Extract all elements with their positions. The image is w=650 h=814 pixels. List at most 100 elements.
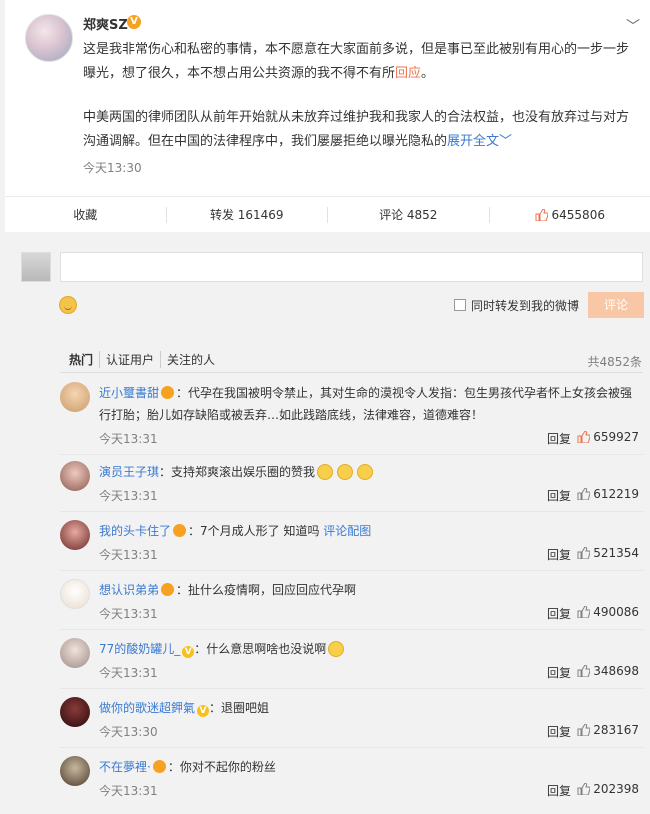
comment-like-button[interactable]: 348698: [577, 664, 639, 678]
reply-button[interactable]: 回复: [547, 782, 571, 799]
reply-button[interactable]: 回复: [547, 664, 571, 681]
chevron-down-icon[interactable]: ﹀: [626, 16, 640, 36]
comment-section: 同时转发到我的微博 评论 热门 认证用户 关注的人 共4852条 近小璽書甜 ：代…: [5, 236, 650, 814]
comment-input[interactable]: [60, 252, 643, 282]
comment-time: 今天13:31: [99, 489, 158, 503]
like-count: 202398: [593, 782, 639, 796]
comment-image-link[interactable]: 评论配图: [323, 524, 371, 538]
reply-button[interactable]: 回复: [547, 430, 571, 447]
reply-button[interactable]: 回复: [547, 546, 571, 563]
comment-content: ：你对不起你的粉丝: [167, 760, 276, 774]
tab-verified-users[interactable]: 认证用户: [99, 351, 160, 368]
comment-text: 想认识弟弟 ：扯什么疫情啊，回应回应代孕啊: [99, 579, 639, 601]
divider: [60, 454, 643, 455]
commenter-name[interactable]: 我的头卡住了: [99, 524, 171, 538]
commenter-avatar[interactable]: [60, 697, 90, 727]
commenter-name[interactable]: 不在夢裡·: [99, 760, 151, 774]
comment-item: 演员王子琪：支持郑爽滚出娱乐圈的赞我 今天13:31 回复 612219: [60, 461, 643, 512]
author-name[interactable]: 郑爽SZ: [83, 14, 128, 33]
member-badge-icon: [173, 524, 187, 537]
commenter-avatar[interactable]: [60, 756, 90, 786]
my-avatar[interactable]: [21, 252, 51, 282]
comment-time: 今天13:31: [99, 784, 158, 798]
post-text-paragraph-1: 这是我非常伤心和私密的事情，本不愿意在大家面前多说，但是事已至此被别有用心的一步…: [83, 38, 638, 86]
reply-button[interactable]: 回复: [547, 723, 571, 740]
forward-label: 转发 161469: [209, 208, 284, 222]
comment-like-button[interactable]: 490086: [577, 605, 639, 619]
reply-button[interactable]: 回复: [547, 605, 571, 622]
post-text-1-end: 。: [421, 66, 435, 81]
like-button[interactable]: 6455806: [490, 197, 650, 232]
post-text-2: 中美两国的律师团队从前年开始就从未放弃过维护我和我家人的合法权益，也没有放弃过与…: [83, 110, 630, 149]
tab-hot[interactable]: 热门: [69, 351, 99, 368]
reply-button[interactable]: 回复: [547, 487, 571, 504]
comment-content: ：代孕在我国被明令禁止，其对生命的漠视令人发指：包生男孩代孕者怀上女孩会被强行打…: [99, 386, 633, 422]
commenter-name[interactable]: 演员王子琪: [99, 465, 159, 479]
comment-content: ：退圈吧姐: [209, 701, 270, 715]
smile-emoji-icon: [328, 641, 345, 657]
commenter-avatar[interactable]: [60, 579, 90, 609]
comment-time: 今天13:31: [99, 666, 158, 680]
comment-item: 我的头卡住了 ：7个月成人形了 知道吗 评论配图 今天13:31 回复 52135…: [60, 520, 643, 571]
expand-link[interactable]: 展开全文﹀: [447, 134, 512, 149]
commenter-name[interactable]: 77的酸奶罐儿_: [99, 642, 180, 656]
divider: [60, 372, 643, 373]
like-count: 348698: [593, 664, 639, 678]
author-avatar[interactable]: [25, 14, 73, 62]
expand-label: 展开全文: [447, 134, 500, 149]
weibo-post: 郑爽SZ V ﹀ 这是我非常伤心和私密的事情，本不愿意在大家面前多说，但是事已至…: [5, 0, 650, 232]
comment-text: 不在夢裡· ：你对不起你的粉丝: [99, 756, 639, 778]
post-time: 今天13:30: [83, 161, 142, 175]
like-count: 490086: [593, 605, 639, 619]
verified-badge-icon: V: [197, 705, 210, 717]
thumb-up-icon: [535, 208, 548, 221]
commenter-name[interactable]: 想认识弟弟: [99, 583, 159, 597]
favorite-button[interactable]: 收藏: [5, 197, 166, 232]
divider: [60, 688, 643, 689]
comment-like-button[interactable]: 659927: [577, 430, 639, 444]
comment-text: 近小璽書甜 ：代孕在我国被明令禁止，其对生命的漠视令人发指：包生男孩代孕者怀上女孩…: [99, 382, 639, 426]
member-badge-icon: [152, 760, 166, 773]
comment-like-button[interactable]: 612219: [577, 487, 639, 501]
commenter-name[interactable]: 做你的歌迷超鉀氣: [99, 701, 195, 715]
comment-content: ：什么意思啊啥也没说啊: [194, 642, 327, 656]
comment-text: 做你的歌迷超鉀氣 V ：退圈吧姐: [99, 697, 639, 719]
like-count: 612219: [593, 487, 639, 501]
commenter-avatar[interactable]: [60, 638, 90, 668]
verified-badge-icon: V: [127, 15, 141, 29]
commenter-avatar[interactable]: [60, 520, 90, 550]
favorite-label: 收藏: [73, 208, 98, 222]
comment-time: 今天13:31: [99, 607, 158, 621]
comment-time: 今天13:30: [99, 725, 158, 739]
thumb-up-icon: [577, 431, 591, 443]
smile-emoji-icon: [317, 464, 334, 480]
comment-item: 近小璽書甜 ：代孕在我国被明令禁止，其对生命的漠视令人发指：包生男孩代孕者怀上女孩…: [60, 382, 643, 455]
forward-checkbox-label[interactable]: 同时转发到我的微博: [471, 297, 579, 314]
commenter-avatar[interactable]: [60, 382, 90, 412]
comment-text: 演员王子琪：支持郑爽滚出娱乐圈的赞我: [99, 461, 639, 483]
thumb-up-icon: [577, 665, 591, 677]
comment-button[interactable]: 评论 4852: [328, 197, 489, 232]
comment-like-button[interactable]: 202398: [577, 782, 639, 796]
divider: [60, 747, 643, 748]
comment-item: 不在夢裡· ：你对不起你的粉丝 今天13:31 回复 202398: [60, 756, 643, 806]
divider: [60, 511, 643, 512]
tab-following[interactable]: 关注的人: [160, 351, 221, 368]
comment-item: 77的酸奶罐儿_ V ：什么意思啊啥也没说啊 今天13:31 回复 348698: [60, 638, 643, 689]
forward-button[interactable]: 转发 161469: [167, 197, 328, 232]
divider: [60, 629, 643, 630]
like-count: 283167: [593, 723, 639, 737]
submit-comment-button[interactable]: 评论: [588, 292, 644, 318]
thumb-up-icon: [577, 547, 591, 559]
commenter-name[interactable]: 近小璽書甜: [99, 386, 159, 400]
comment-like-button[interactable]: 283167: [577, 723, 639, 737]
commenter-avatar[interactable]: [60, 461, 90, 491]
comment-content: ：支持郑爽滚出娱乐圈的赞我: [159, 465, 316, 479]
verified-badge-icon: V: [182, 646, 195, 658]
forward-checkbox[interactable]: [454, 299, 466, 311]
post-text-1: 这是我非常伤心和私密的事情，本不愿意在大家面前多说，但是事已至此被别有用心的一步…: [83, 42, 630, 81]
reply-link[interactable]: 回应: [395, 66, 421, 81]
emoji-icon[interactable]: [59, 296, 77, 314]
like-count: 6455806: [551, 207, 605, 222]
comment-like-button[interactable]: 521354: [577, 546, 639, 560]
